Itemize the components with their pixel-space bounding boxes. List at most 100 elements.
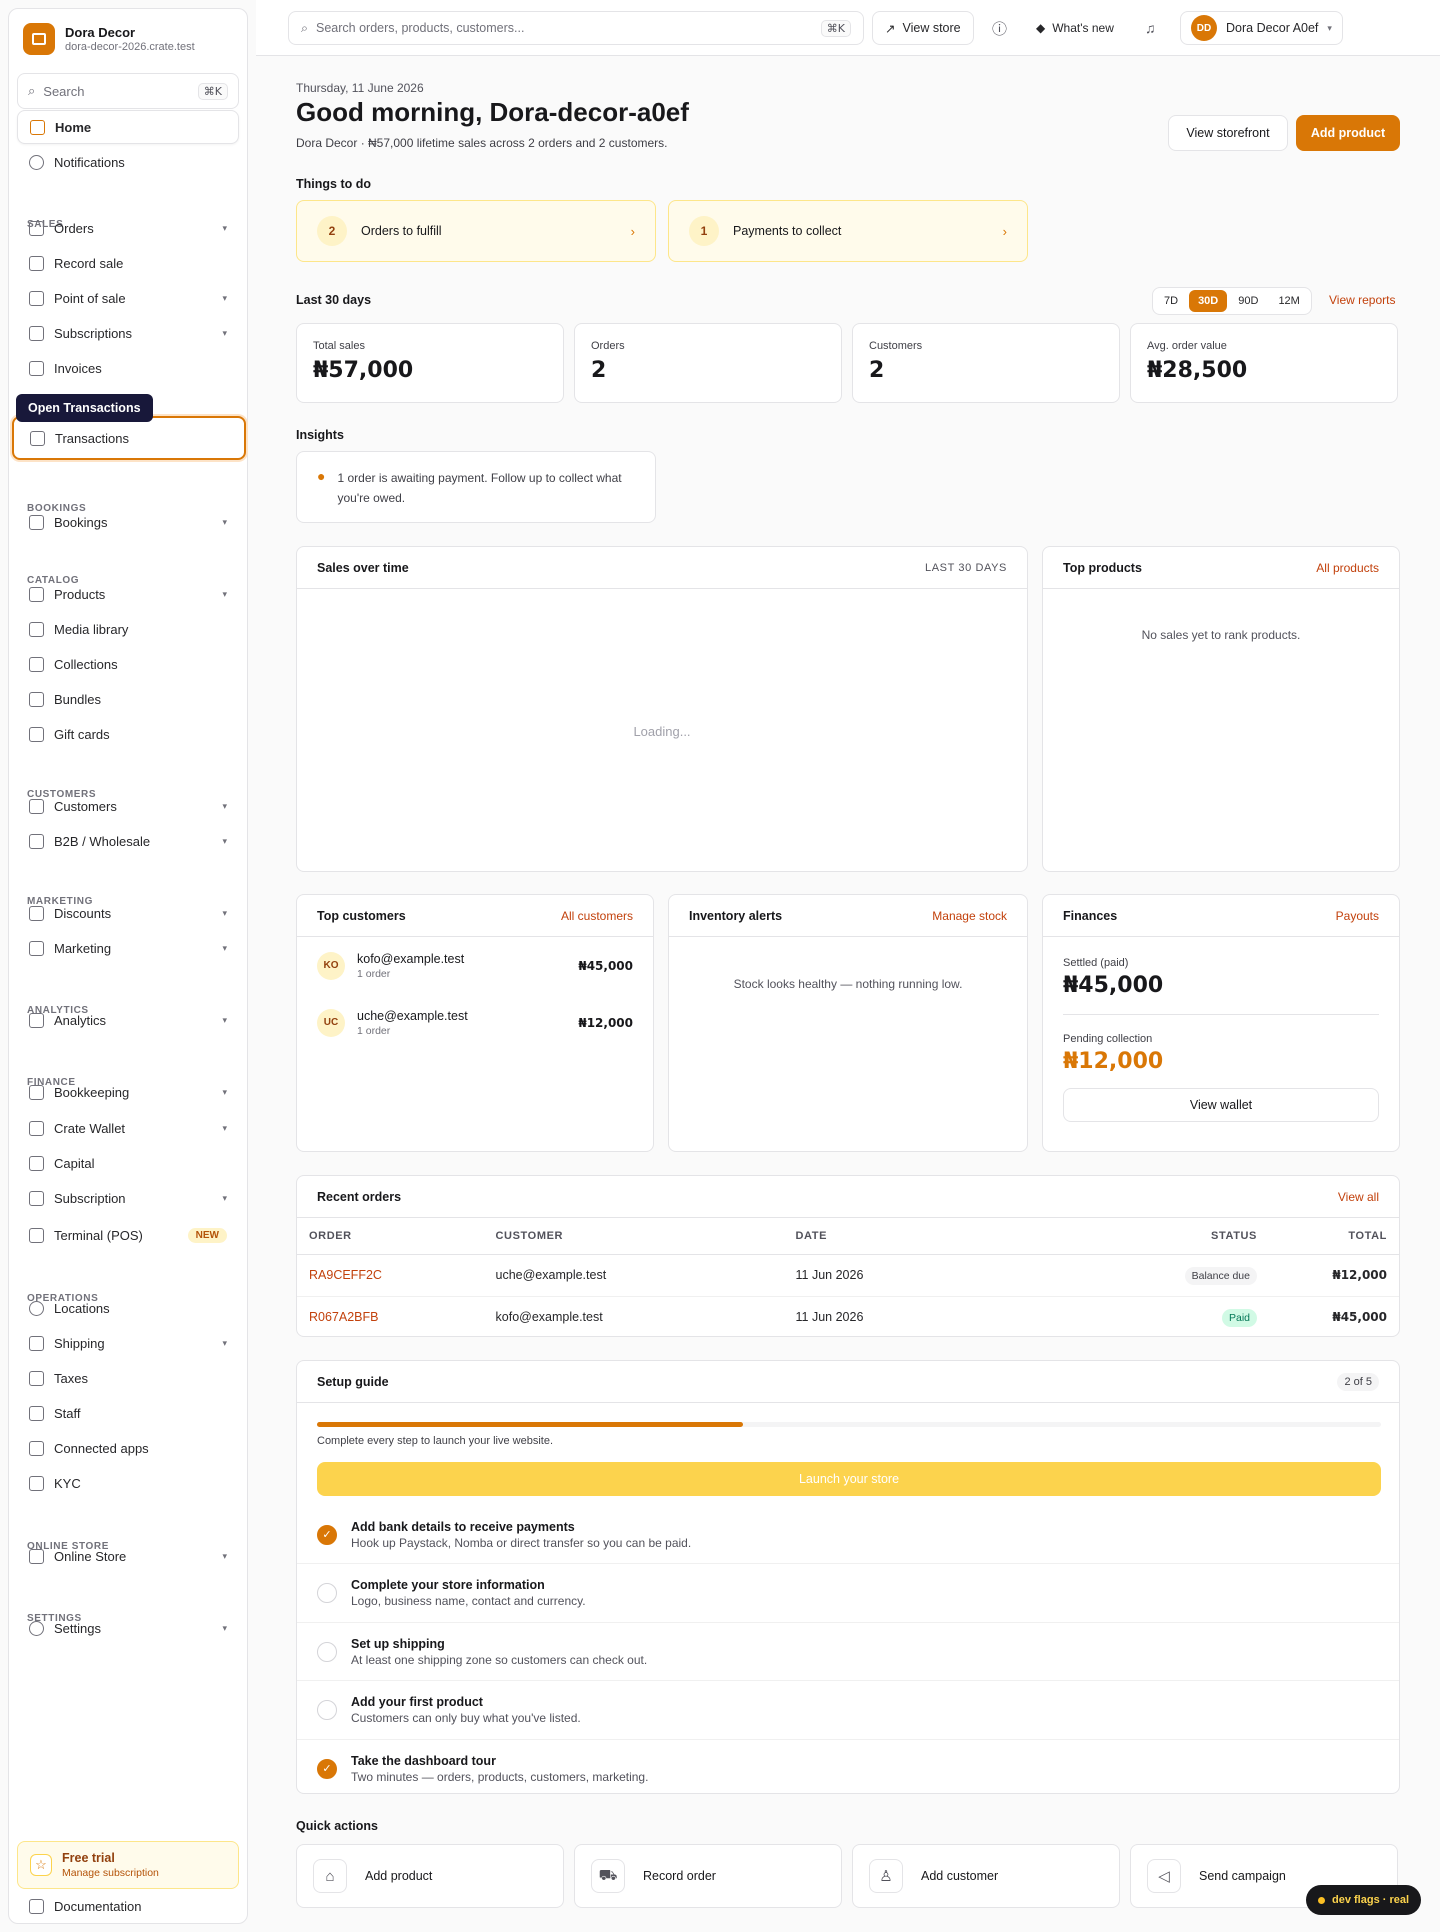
sidebar-item-collections[interactable]: Collections (17, 647, 239, 681)
shortcut-hint: ⌘K (197, 82, 228, 100)
sidebar-item-analytics[interactable]: Analytics ▾ (17, 1003, 239, 1037)
sidebar-item-point-of-sale[interactable]: Point of sale ▾ (17, 281, 239, 315)
setup-step[interactable]: ✓ Add bank details to receive payments Hoo… (297, 1506, 1399, 1564)
sidebar-item-record-sale[interactable]: Record sale (17, 246, 239, 280)
sidebar-item-bookings[interactable]: Bookings ▾ (17, 505, 239, 539)
payments-to-collect-card[interactable]: 1 Payments to collect › (668, 200, 1028, 262)
sidebar-item-bookkeeping[interactable]: Bookkeeping ▾ (17, 1075, 239, 1109)
all-products-link[interactable]: All products (1316, 561, 1379, 575)
stat-value: 2 (591, 358, 607, 383)
chevron-right-icon: › (1002, 223, 1007, 239)
view-store-button[interactable]: ↗ View store (872, 11, 974, 45)
sidebar-item-label: Discounts (54, 905, 112, 921)
pending-value: ₦12,000 (1063, 1049, 1164, 1074)
sidebar-item-bundles[interactable]: Bundles (17, 682, 239, 716)
check-icon[interactable]: ✓ (317, 1524, 337, 1545)
period-option-12m[interactable]: 12M (1269, 290, 1308, 312)
chevron-down-icon: ▾ (222, 907, 227, 918)
step-title: Complete your store information (351, 1578, 545, 1592)
setup-step[interactable]: Set up shipping At least one shipping zon… (297, 1623, 1399, 1681)
table-row[interactable]: RA9CEFF2C uche@example.test 11 Jun 2026 Bal… (297, 1254, 1399, 1297)
sidebar-item-locations[interactable]: Locations (17, 1291, 239, 1325)
sidebar-item-invoices[interactable]: Invoices (17, 351, 239, 385)
dev-flags-badge[interactable]: dev flags · real (1306, 1885, 1422, 1915)
whats-new-button[interactable]: ◆ What's new (1036, 11, 1114, 45)
add-product-button[interactable]: Add product (1296, 115, 1400, 151)
view-reports-link[interactable]: View reports (1329, 293, 1395, 307)
sidebar-item-b2b-wholesale[interactable]: B2B / Wholesale ▾ (17, 824, 239, 858)
sidebar-item-capital[interactable]: Capital (17, 1146, 239, 1180)
user-name: Dora Decor A0ef (1226, 21, 1319, 35)
manage-stock-link[interactable]: Manage stock (932, 909, 1007, 923)
sidebar-item-marketing[interactable]: Marketing ▾ (17, 931, 239, 965)
sidebar-item-kyc[interactable]: KYC (17, 1466, 239, 1500)
empty-circle-icon[interactable] (317, 1700, 337, 1720)
sidebar-item-label: Subscriptions (54, 325, 133, 341)
setup-step[interactable]: Add your first product Customers can only… (297, 1682, 1399, 1740)
sidebar-item-taxes[interactable]: Taxes (17, 1361, 239, 1395)
sidebar-item-subscription[interactable]: Subscription ▾ (17, 1181, 239, 1215)
customer-amount: ₦12,000 (578, 1015, 633, 1030)
sidebar-item-crate-wallet[interactable]: Crate Wallet ▾ (17, 1111, 239, 1145)
brand[interactable]: Dora Decor dora-decor-2026.crate.test (23, 23, 195, 55)
bell-icon[interactable]: ♫ (1145, 11, 1156, 45)
sidebar-search[interactable]: ⌕ Search ⌘K (17, 73, 239, 109)
help-icon[interactable]: ⓘ (992, 11, 1007, 45)
sidebar-item-discounts[interactable]: Discounts ▾ (17, 896, 239, 930)
quick-action-add-product[interactable]: ⌂ Add product (296, 1844, 564, 1908)
sidebar-item-media-library[interactable]: Media library (17, 612, 239, 646)
sidebar-item-settings[interactable]: Settings ▾ (17, 1611, 239, 1645)
payouts-link[interactable]: Payouts (1336, 909, 1379, 923)
progress-counter: 2 of 5 (1337, 1372, 1379, 1391)
stat-value: ₦57,000 (313, 358, 414, 383)
period-option-7d[interactable]: 7D (1155, 290, 1187, 312)
sidebar-item-notifications[interactable]: Notifications (17, 145, 239, 179)
sidebar-item-customers[interactable]: Customers ▾ (17, 789, 239, 823)
shipping-icon (29, 1335, 44, 1351)
customer-row[interactable]: KO kofo@example.test 1 order ₦45,000 (297, 937, 653, 994)
sidebar-item-subscriptions[interactable]: Subscriptions ▾ (17, 316, 239, 350)
order-id[interactable]: R067A2BFB (297, 1296, 484, 1336)
sidebar-item-transactions[interactable]: Transactions (12, 416, 246, 460)
sidebar-item-orders[interactable]: Orders ▾ (17, 211, 239, 245)
sidebar-item-label: Taxes (54, 1370, 88, 1386)
check-icon[interactable]: ✓ (317, 1758, 337, 1779)
all-customers-link[interactable]: All customers (561, 909, 633, 923)
customer-row[interactable]: UC uche@example.test 1 order ₦12,000 (297, 994, 653, 1051)
stat-label: Customers (869, 340, 923, 352)
period-option-30d[interactable]: 30D (1189, 290, 1228, 312)
order-id[interactable]: RA9CEFF2C (297, 1254, 484, 1297)
period-option-90d[interactable]: 90D (1229, 290, 1267, 312)
chevron-down-icon: ▾ (222, 835, 227, 846)
sidebar-item-terminal-pos[interactable]: Terminal (POS) NEW (17, 1218, 239, 1252)
documentation-link[interactable]: Documentation (29, 1899, 141, 1914)
orders-to-fulfill-card[interactable]: 2 Orders to fulfill › (296, 200, 656, 262)
table-row[interactable]: R067A2BFB kofo@example.test 11 Jun 2026 Pai… (297, 1296, 1399, 1336)
sidebar-item-connected-apps[interactable]: Connected apps (17, 1431, 239, 1465)
sidebar-item-label: Connected apps (54, 1440, 149, 1456)
global-search-input[interactable]: ⌕ Search orders, products, customers... … (288, 11, 864, 45)
avatar: UC (317, 1008, 345, 1037)
sidebar-item-online-store[interactable]: Online Store ▾ (17, 1539, 239, 1573)
user-menu[interactable]: DD Dora Decor A0ef ▾ (1180, 11, 1343, 45)
view-wallet-button[interactable]: View wallet (1063, 1088, 1379, 1122)
tag-icon: ⌂ (313, 1859, 347, 1893)
sidebar-item-home[interactable]: Home (17, 110, 239, 144)
quick-action-record-order[interactable]: ⛟ Record order (574, 1844, 842, 1908)
sidebar-item-gift-cards[interactable]: Gift cards (17, 717, 239, 751)
empty-circle-icon[interactable] (317, 1641, 337, 1662)
sidebar-item-products[interactable]: Products ▾ (17, 577, 239, 611)
launch-store-button[interactable]: Launch your store (317, 1462, 1381, 1496)
empty-circle-icon[interactable] (317, 1583, 337, 1603)
quick-action-add-customer[interactable]: ♙ Add customer (852, 1844, 1120, 1908)
setup-step[interactable]: ✓ Take the dashboard tour Two minutes — or… (297, 1740, 1399, 1793)
sidebar-item-staff[interactable]: Staff (17, 1396, 239, 1430)
free-trial-banner[interactable]: ☆ Free trial Manage subscription (17, 1841, 239, 1889)
view-storefront-button[interactable]: View storefront (1168, 115, 1288, 151)
setup-step[interactable]: Complete your store information Logo, bus… (297, 1565, 1399, 1623)
top-products-card: Top products All products No sales yet t… (1042, 546, 1400, 872)
view-all-orders-link[interactable]: View all (1338, 1190, 1379, 1204)
sidebar-item-shipping[interactable]: Shipping ▾ (17, 1326, 239, 1360)
step-title: Set up shipping (351, 1636, 445, 1651)
manage-subscription-link[interactable]: Manage subscription (62, 1867, 159, 1879)
